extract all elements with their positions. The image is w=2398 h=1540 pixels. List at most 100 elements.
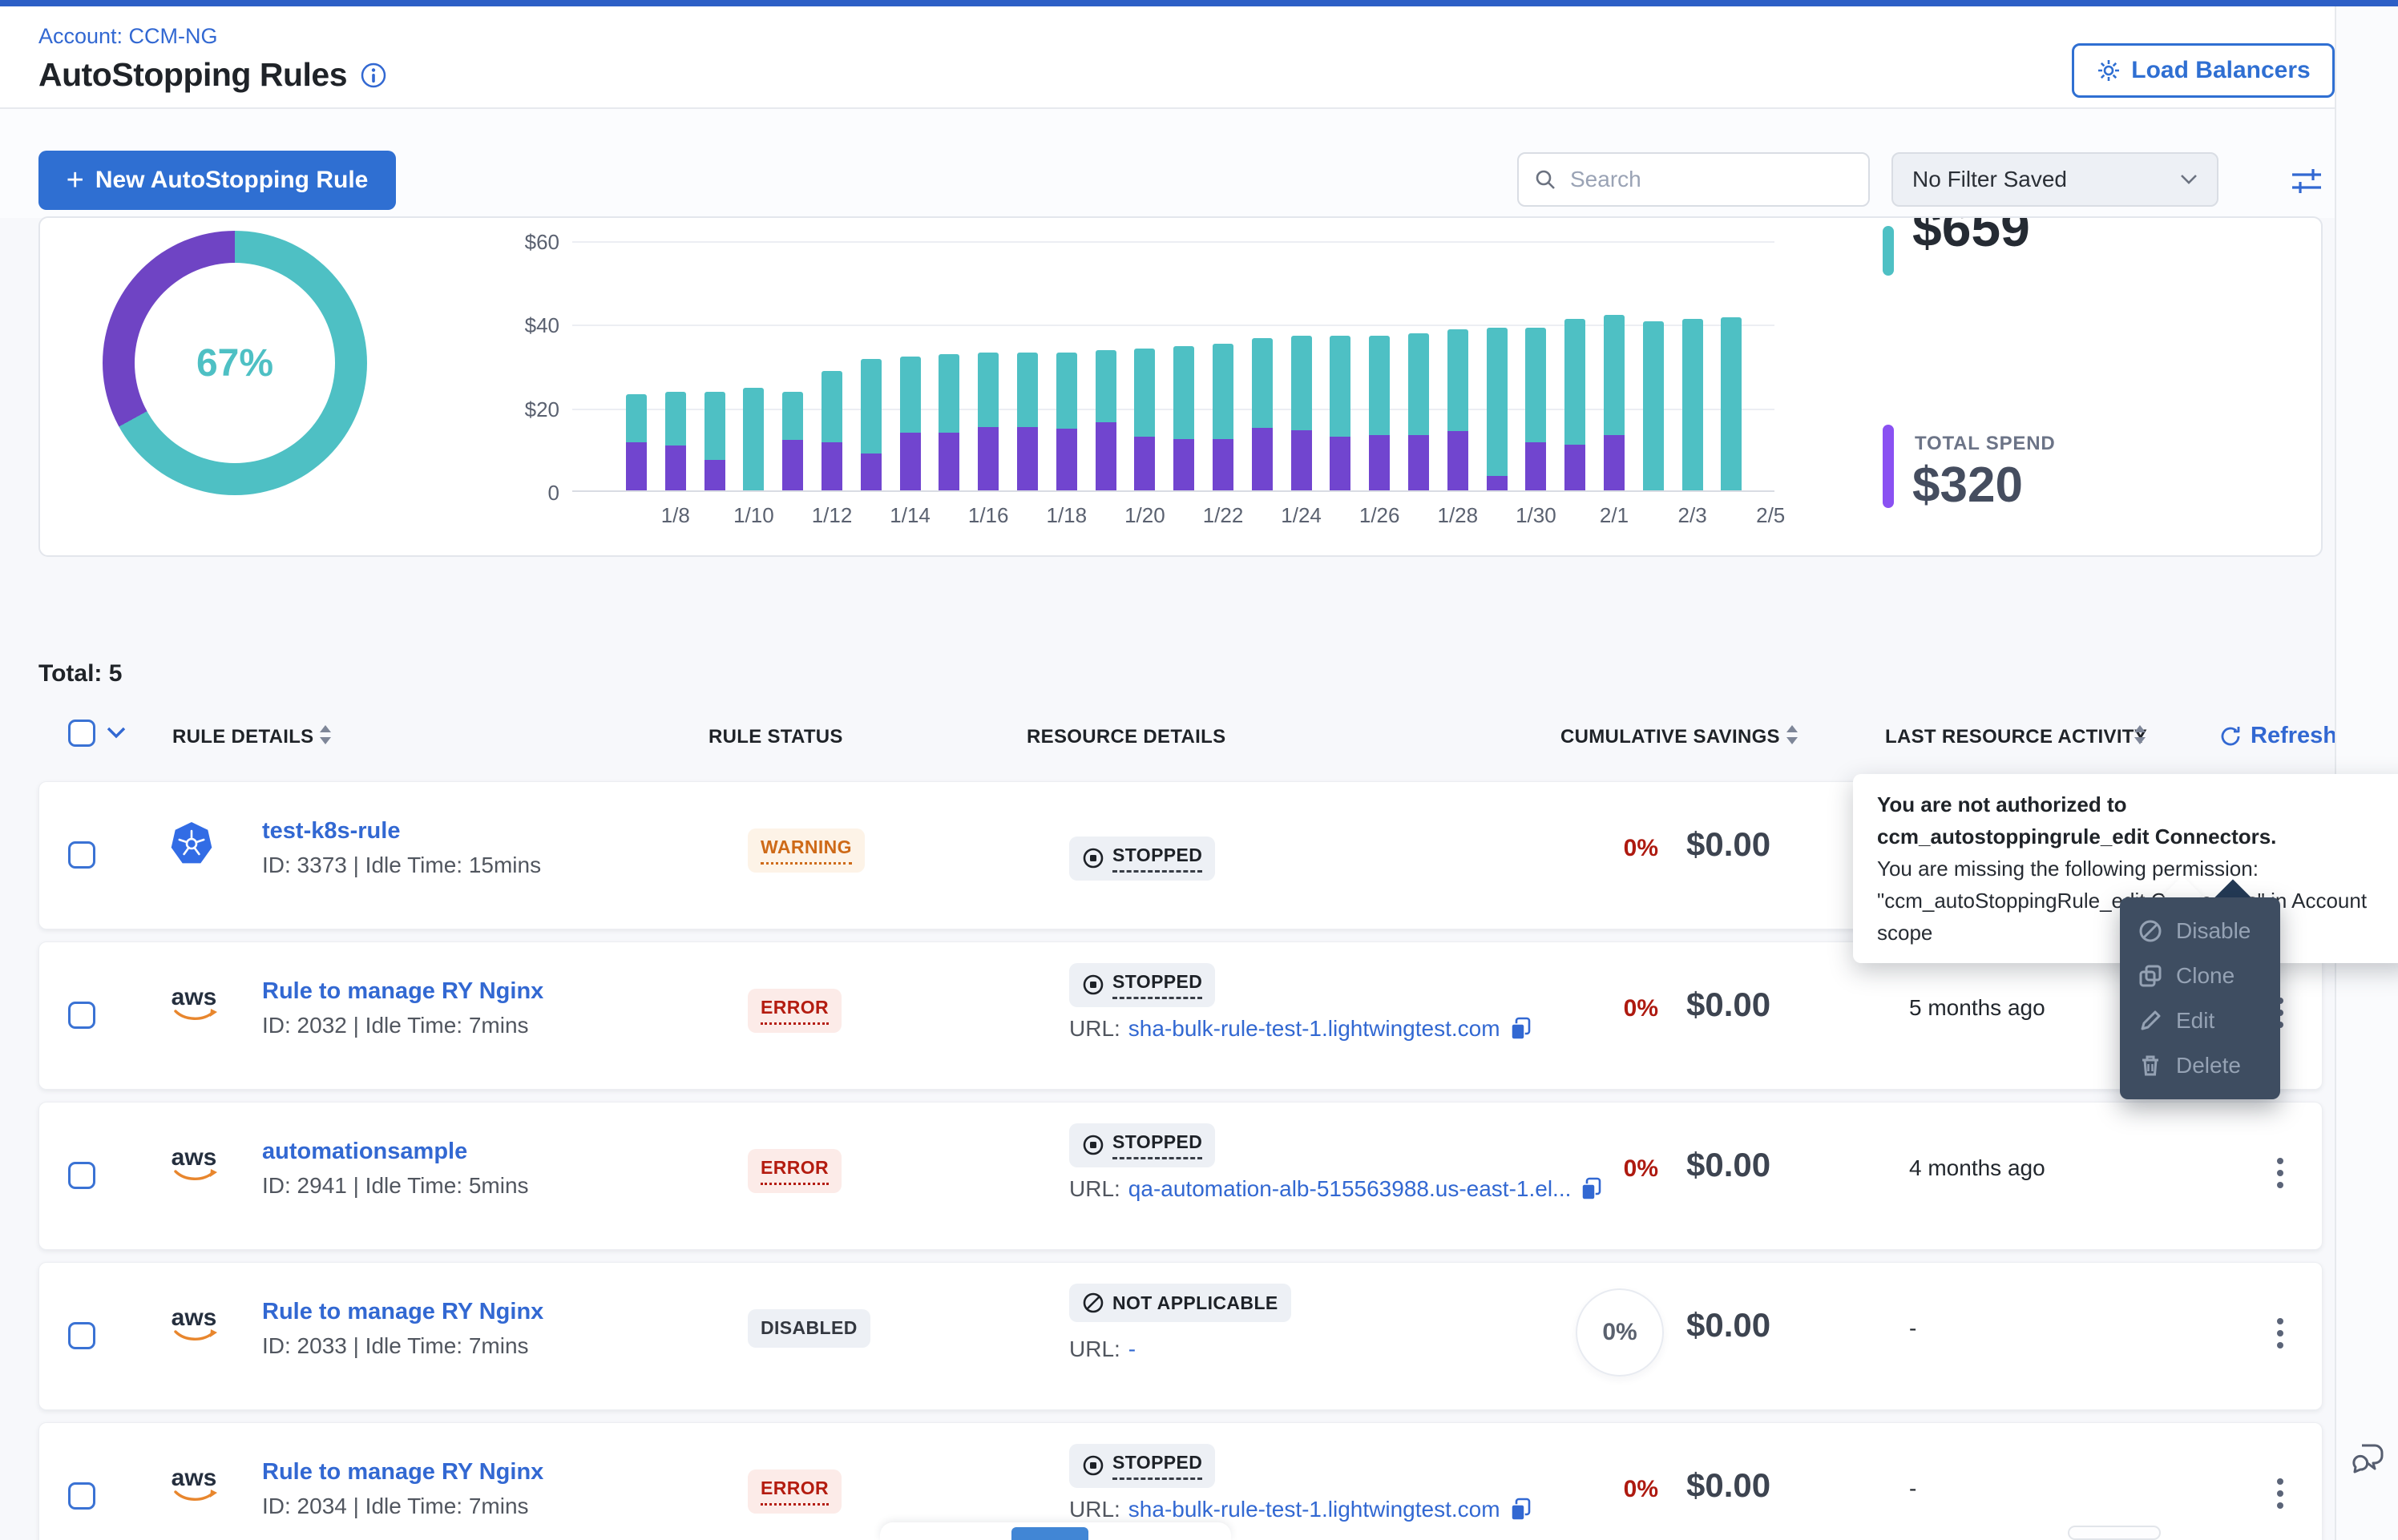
row-checkbox[interactable]: [68, 1482, 95, 1510]
svg-text:aws: aws: [172, 1465, 217, 1491]
resource-url-link[interactable]: qa-automation-alb-515563988.us-east-1.el…: [1128, 1176, 1572, 1202]
resource-state-label: STOPPED: [1112, 1452, 1202, 1480]
rule-name-link[interactable]: test-k8s-rule: [262, 818, 400, 845]
bar-spend-segment: [1487, 476, 1508, 490]
rule-name-link[interactable]: Rule to manage RY Nginx: [262, 1459, 543, 1486]
savings-amount: $0.00: [1686, 986, 1770, 1024]
menu-item-edit[interactable]: Edit: [2120, 998, 2280, 1043]
bar-1/28: [1447, 329, 1468, 490]
bar-1/31: [1564, 319, 1585, 490]
rule-status-badge: ERROR: [748, 1149, 842, 1193]
rule-name-link[interactable]: Rule to manage RY Nginx: [262, 1299, 543, 1325]
bar-spend-segment: [822, 442, 842, 490]
resource-url-link[interactable]: sha-bulk-rule-test-1.lightwingtest.com: [1128, 1497, 1500, 1522]
saved-filter-select[interactable]: No Filter Saved: [1891, 152, 2218, 207]
load-balancers-button[interactable]: Load Balancers: [2072, 43, 2335, 98]
bar-spend-segment: [1330, 437, 1350, 490]
saved-filter-value: No Filter Saved: [1912, 167, 2067, 192]
help-chat-icon[interactable]: [2348, 1437, 2389, 1479]
resource-state-label: NOT APPLICABLE: [1112, 1292, 1278, 1314]
menu-item-label: Clone: [2176, 963, 2234, 989]
col-rule-details[interactable]: RULE DETAILS: [172, 726, 314, 748]
filter-sliders-icon: [2288, 163, 2325, 200]
rule-status-badge: WARNING: [748, 828, 865, 873]
menu-item-label: Disable: [2176, 918, 2251, 944]
resource-state-label: STOPPED: [1112, 845, 1202, 873]
bar-1/12: [822, 371, 842, 490]
aws-icon: aws: [169, 981, 219, 1027]
bar-1/17: [1017, 353, 1038, 490]
y-axis-tick: 0: [487, 481, 559, 506]
row-checkbox[interactable]: [68, 841, 95, 869]
rule-name-link[interactable]: Rule to manage RY Nginx: [262, 978, 543, 1005]
bar-1/7: [626, 394, 647, 490]
col-cumulative-savings[interactable]: CUMULATIVE SAVINGS: [1560, 726, 1780, 748]
row-checkbox[interactable]: [68, 1162, 95, 1189]
total-savings-legend-swatch: [1883, 226, 1894, 276]
bar-1/22: [1213, 344, 1233, 490]
pagination-current-page[interactable]: [1011, 1527, 1088, 1540]
menu-item-delete[interactable]: Delete: [2120, 1043, 2280, 1088]
search-input[interactable]: [1568, 166, 1833, 193]
bar-savings-segment: [1721, 317, 1742, 490]
menu-item-disable[interactable]: Disable: [2120, 909, 2280, 953]
row-checkbox[interactable]: [68, 1322, 95, 1349]
svg-text:aws: aws: [172, 984, 217, 1010]
sort-icon[interactable]: [319, 724, 332, 745]
row-actions-kebab-icon[interactable]: [2264, 1309, 2296, 1357]
copy-icon[interactable]: [1508, 1016, 1532, 1042]
title-row: AutoStopping Rules: [38, 56, 387, 94]
bar-savings-segment: [665, 392, 686, 445]
total-count-label: Total: 5: [38, 660, 122, 687]
gear-icon: [2096, 58, 2121, 83]
breadcrumb-account[interactable]: Account: CCM-NG: [38, 24, 218, 49]
info-icon[interactable]: [360, 62, 387, 89]
x-axis-tick: 2/1: [1578, 503, 1650, 528]
x-axis-tick: 1/24: [1266, 503, 1338, 528]
chevron-down-icon: [2180, 174, 2198, 185]
filter-panel-button[interactable]: [2287, 162, 2326, 200]
bar-spend-segment: [1564, 445, 1585, 490]
search-icon: [1533, 167, 1557, 191]
select-all-checkbox[interactable]: [68, 720, 95, 747]
page-size-select[interactable]: [2068, 1526, 2161, 1540]
x-axis-tick: 2/3: [1657, 503, 1729, 528]
copy-icon[interactable]: [1508, 1497, 1532, 1522]
bar-1/10: [743, 388, 764, 490]
menu-item-clone[interactable]: Clone: [2120, 953, 2280, 998]
bar-savings-segment: [1213, 344, 1233, 439]
col-last-resource-activity[interactable]: LAST RESOURCE ACTIVITY: [1885, 726, 2147, 748]
row-actions-menu: Disable Clone Edit Delete: [2120, 897, 2280, 1099]
bar-savings-segment: [1134, 349, 1155, 437]
bar-1/29: [1487, 328, 1508, 490]
table-header-row: RULE DETAILS RULE STATUS RESOURCE DETAIL…: [0, 718, 2335, 766]
savings-summary-card: 67% $659 TOTAL SPEND $320 $60$40$2001/81…: [38, 216, 2323, 557]
new-autostopping-rule-button[interactable]: + New AutoStopping Rule: [38, 151, 396, 210]
row-checkbox[interactable]: [68, 1002, 95, 1029]
total-savings-value: $659: [1912, 216, 2030, 258]
bar-1/13: [861, 359, 882, 490]
rule-meta: ID: 2032 | Idle Time: 7mins: [262, 1013, 529, 1038]
rule-meta: ID: 2941 | Idle Time: 5mins: [262, 1173, 529, 1199]
aws-icon: aws: [169, 1141, 219, 1187]
rule-status-label: ERROR: [761, 1478, 829, 1506]
sort-icon[interactable]: [1786, 724, 1798, 745]
resource-url-link[interactable]: sha-bulk-rule-test-1.lightwingtest.com: [1128, 1016, 1500, 1042]
bar-savings-segment: [743, 388, 764, 490]
resource-url-link[interactable]: -: [1128, 1336, 1136, 1362]
refresh-button[interactable]: Refresh: [2218, 723, 2337, 749]
gridline: [572, 241, 1774, 243]
bar-spend-segment: [1291, 430, 1312, 490]
savings-bar-chart: [572, 241, 1774, 492]
bar-savings-segment: [1173, 346, 1194, 439]
select-menu-chevron-icon[interactable]: [106, 726, 127, 740]
bar-savings-segment: [1096, 350, 1116, 422]
row-actions-kebab-icon[interactable]: [2264, 1149, 2296, 1197]
row-actions-kebab-icon[interactable]: [2264, 1469, 2296, 1518]
last-activity: 5 months ago: [1909, 995, 2045, 1021]
bar-savings-segment: [704, 392, 725, 460]
sort-icon[interactable]: [2134, 724, 2146, 745]
rule-name-link[interactable]: automationsample: [262, 1139, 467, 1165]
menu-item-label: Edit: [2176, 1008, 2214, 1034]
x-axis-tick: 1/8: [640, 503, 712, 528]
